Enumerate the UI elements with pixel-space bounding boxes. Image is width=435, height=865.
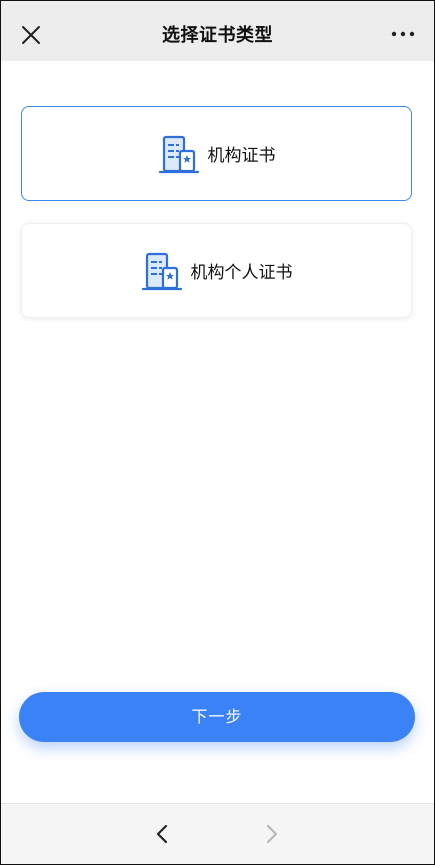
page-title: 选择证书类型 bbox=[162, 25, 273, 46]
option-content: 机构证书 bbox=[22, 107, 411, 200]
option-org-personal-certificate[interactable]: 机构个人证书 bbox=[21, 223, 412, 318]
option-label: 机构证书 bbox=[207, 146, 276, 166]
footer-nav bbox=[1, 803, 434, 864]
chevron-right-icon bbox=[266, 824, 278, 844]
header-bar: 选择证书类型 bbox=[1, 1, 434, 61]
app-frame: 选择证书类型 机构证书 机构个人证书 下一步 bbox=[0, 0, 435, 865]
option-content: 机构个人证书 bbox=[22, 224, 411, 317]
option-org-certificate[interactable]: 机构证书 bbox=[21, 106, 412, 201]
building-icon bbox=[141, 252, 182, 290]
option-label: 机构个人证书 bbox=[190, 263, 293, 283]
next-step-button[interactable]: 下一步 bbox=[19, 692, 415, 742]
more-dots-icon[interactable] bbox=[390, 27, 416, 41]
chevron-left-icon[interactable] bbox=[151, 822, 175, 846]
building-icon bbox=[158, 135, 199, 173]
